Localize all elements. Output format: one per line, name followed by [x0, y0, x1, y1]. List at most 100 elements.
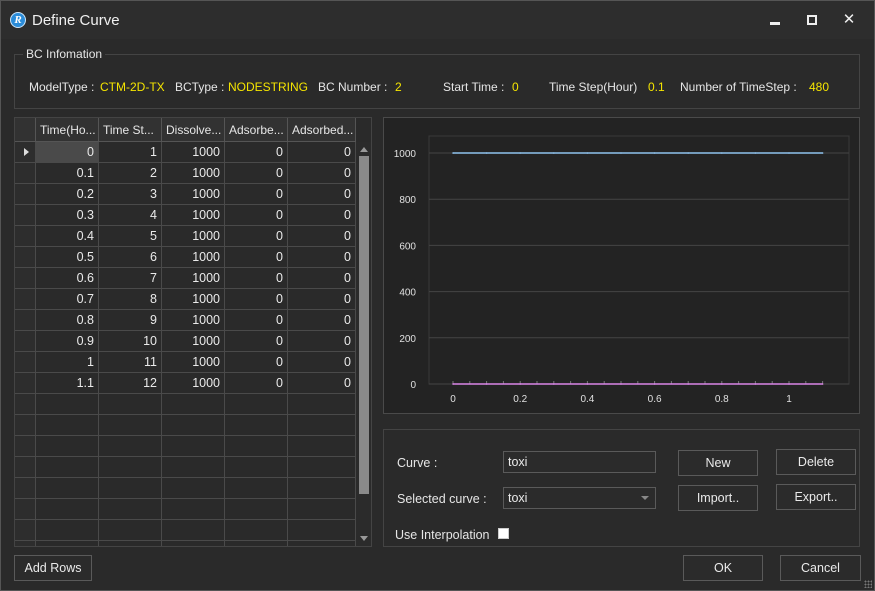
table-cell[interactable] [162, 436, 225, 457]
table-cell[interactable]: 0 [288, 331, 356, 352]
table-cell[interactable]: 0 [288, 247, 356, 268]
row-header[interactable] [15, 310, 36, 331]
table-row[interactable]: 1.1 12 1000 0 0 [15, 373, 356, 394]
table-cell[interactable]: 0.9 [36, 331, 99, 352]
table-cell[interactable]: 0 [225, 184, 288, 205]
minimize-button[interactable] [765, 10, 785, 30]
table-cell[interactable] [99, 394, 162, 415]
table-cell[interactable] [99, 478, 162, 499]
row-header[interactable] [15, 373, 36, 394]
table-cell[interactable]: 0 [225, 226, 288, 247]
row-header[interactable] [15, 163, 36, 184]
column-header[interactable]: Adsorbe... [225, 118, 288, 142]
table-cell[interactable]: 0.4 [36, 226, 99, 247]
table-cell[interactable]: 6 [99, 247, 162, 268]
table-cell[interactable] [225, 541, 288, 546]
row-header[interactable] [15, 415, 36, 436]
delete-button[interactable]: Delete [776, 449, 856, 475]
table-cell[interactable]: 0 [288, 373, 356, 394]
export-button[interactable]: Export.. [776, 484, 856, 510]
table-cell[interactable] [99, 541, 162, 546]
table-cell[interactable]: 0 [225, 268, 288, 289]
table-row[interactable]: 0.7 8 1000 0 0 [15, 289, 356, 310]
table-cell[interactable] [288, 457, 356, 478]
row-header[interactable] [15, 436, 36, 457]
table-cell[interactable] [288, 394, 356, 415]
table-cell[interactable] [288, 478, 356, 499]
table-row[interactable]: 0.4 5 1000 0 0 [15, 226, 356, 247]
row-header[interactable] [15, 457, 36, 478]
table-cell[interactable]: 1000 [162, 184, 225, 205]
table-row[interactable] [15, 478, 356, 499]
table-cell[interactable] [99, 457, 162, 478]
table-cell[interactable] [36, 520, 99, 541]
table-cell[interactable]: 12 [99, 373, 162, 394]
table-cell[interactable]: 3 [99, 184, 162, 205]
table-cell[interactable] [162, 520, 225, 541]
table-cell[interactable] [99, 415, 162, 436]
table-cell[interactable]: 0 [288, 205, 356, 226]
table-row[interactable] [15, 520, 356, 541]
table-cell[interactable] [288, 541, 356, 546]
table-cell[interactable]: 1 [99, 142, 162, 163]
table-cell[interactable]: 0 [225, 331, 288, 352]
table-cell[interactable]: 1000 [162, 226, 225, 247]
table-cell[interactable] [99, 520, 162, 541]
scroll-thumb[interactable] [359, 156, 369, 494]
table-cell[interactable] [288, 415, 356, 436]
table-cell[interactable] [36, 394, 99, 415]
title-bar[interactable]: R Define Curve ✕ [1, 1, 874, 39]
table-cell[interactable]: 7 [99, 268, 162, 289]
table-cell[interactable] [288, 436, 356, 457]
table-cell[interactable] [162, 394, 225, 415]
table-row[interactable]: 0.9 10 1000 0 0 [15, 331, 356, 352]
table-cell[interactable]: 0 [225, 310, 288, 331]
table-cell[interactable]: 1000 [162, 247, 225, 268]
table-cell[interactable]: 5 [99, 226, 162, 247]
table-row[interactable]: 0.6 7 1000 0 0 [15, 268, 356, 289]
table-cell[interactable]: 1000 [162, 163, 225, 184]
row-header[interactable] [15, 541, 36, 546]
table-cell[interactable] [225, 394, 288, 415]
row-header[interactable] [15, 352, 36, 373]
table-row[interactable]: 0.8 9 1000 0 0 [15, 310, 356, 331]
table-cell[interactable] [162, 457, 225, 478]
table-cell[interactable]: 0 [225, 163, 288, 184]
table-cell[interactable]: 0 [288, 142, 356, 163]
column-header[interactable]: Dissolve... [162, 118, 225, 142]
table-cell[interactable]: 0 [36, 142, 99, 163]
table-cell[interactable] [225, 478, 288, 499]
table-cell[interactable]: 0 [288, 289, 356, 310]
table-cell[interactable]: 1.1 [36, 373, 99, 394]
table-row[interactable]: 0.5 6 1000 0 0 [15, 247, 356, 268]
selected-curve-select[interactable]: toxi [503, 487, 656, 509]
table-cell[interactable]: 0 [225, 289, 288, 310]
row-header[interactable] [15, 394, 36, 415]
column-header[interactable]: Adsorbed... [288, 118, 356, 142]
table-cell[interactable]: 0 [225, 352, 288, 373]
table-cell[interactable]: 1000 [162, 352, 225, 373]
table-cell[interactable]: 0 [288, 226, 356, 247]
row-header[interactable] [15, 499, 36, 520]
cancel-button[interactable]: Cancel [780, 555, 861, 581]
table-cell[interactable]: 4 [99, 205, 162, 226]
table-cell[interactable]: 9 [99, 310, 162, 331]
table-cell[interactable]: 10 [99, 331, 162, 352]
table-row[interactable] [15, 457, 356, 478]
table-cell[interactable]: 0 [288, 268, 356, 289]
table-cell[interactable]: 0 [288, 184, 356, 205]
table-cell[interactable]: 0.2 [36, 184, 99, 205]
import-button[interactable]: Import.. [678, 485, 758, 511]
table-cell[interactable]: 0 [225, 205, 288, 226]
column-header[interactable]: Time St... [99, 118, 162, 142]
table-cell[interactable]: 1000 [162, 268, 225, 289]
table-cell[interactable]: 1000 [162, 373, 225, 394]
table-cell[interactable] [225, 415, 288, 436]
table-row[interactable]: 1 11 1000 0 0 [15, 352, 356, 373]
table-cell[interactable]: 0.1 [36, 163, 99, 184]
table-cell[interactable]: 8 [99, 289, 162, 310]
table-cell[interactable]: 0.8 [36, 310, 99, 331]
table-row[interactable] [15, 415, 356, 436]
scroll-up-icon[interactable] [360, 147, 368, 152]
table-cell[interactable] [162, 499, 225, 520]
